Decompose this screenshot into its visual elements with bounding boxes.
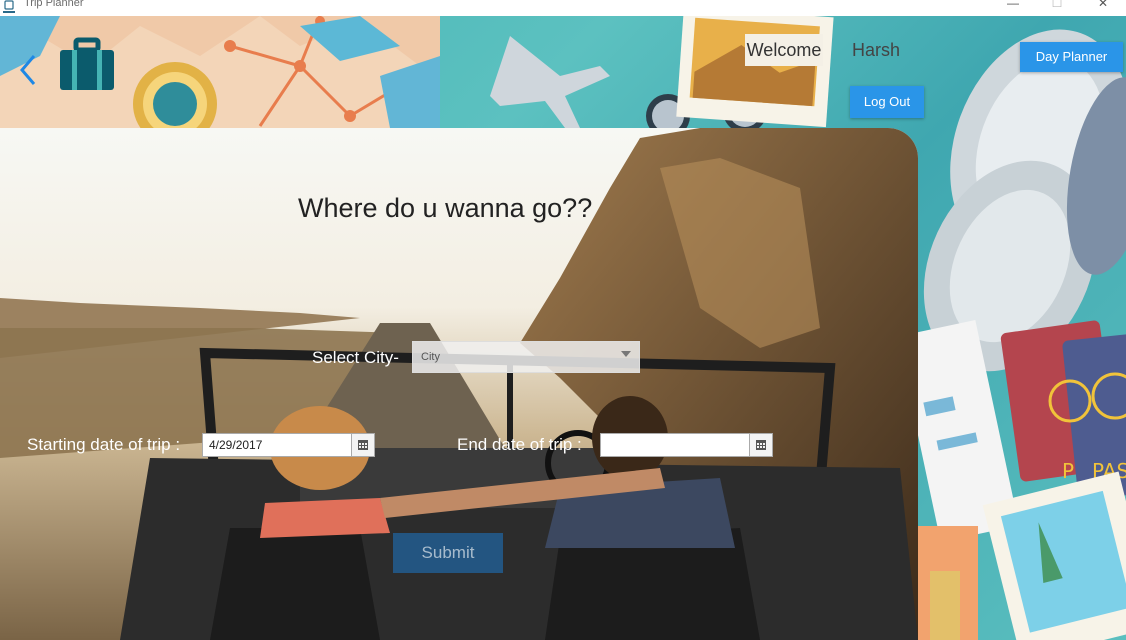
svg-text:P: P: [1062, 459, 1074, 483]
minimize-button[interactable]: —: [1002, 0, 1024, 10]
logout-button[interactable]: Log Out: [850, 86, 924, 118]
chevron-left-icon: [20, 55, 36, 85]
page-heading: Where do u wanna go??: [298, 193, 593, 223]
chevron-down-icon: [621, 351, 631, 357]
suitcase-icon: [58, 36, 116, 94]
start-date-label: Starting date of trip :: [27, 435, 181, 454]
end-date-input[interactable]: [600, 433, 750, 457]
title-bar: Trip Planner — ☐ ✕: [0, 0, 1126, 16]
city-dropdown-value: City: [421, 351, 440, 363]
username-label: Harsh: [852, 40, 901, 60]
submit-button[interactable]: Submit: [393, 533, 503, 573]
welcome-label: Welcome: [745, 34, 823, 66]
app-logo-icon: [3, 0, 15, 13]
close-button[interactable]: ✕: [1092, 0, 1114, 10]
city-dropdown[interactable]: City: [412, 341, 640, 373]
end-date-calendar-button[interactable]: [749, 433, 773, 457]
back-button[interactable]: [14, 52, 42, 88]
start-date-input[interactable]: 4/29/2017: [202, 433, 352, 457]
day-planner-button[interactable]: Day Planner: [1020, 42, 1123, 72]
start-date-calendar-button[interactable]: [351, 433, 375, 457]
window-title: Trip Planner: [24, 0, 84, 9]
calendar-icon: [756, 440, 766, 450]
maximize-button[interactable]: ☐: [1046, 0, 1068, 10]
city-label: Select City-: [312, 348, 399, 367]
end-date-label: End date of trip :: [457, 435, 582, 454]
calendar-icon: [358, 440, 368, 450]
